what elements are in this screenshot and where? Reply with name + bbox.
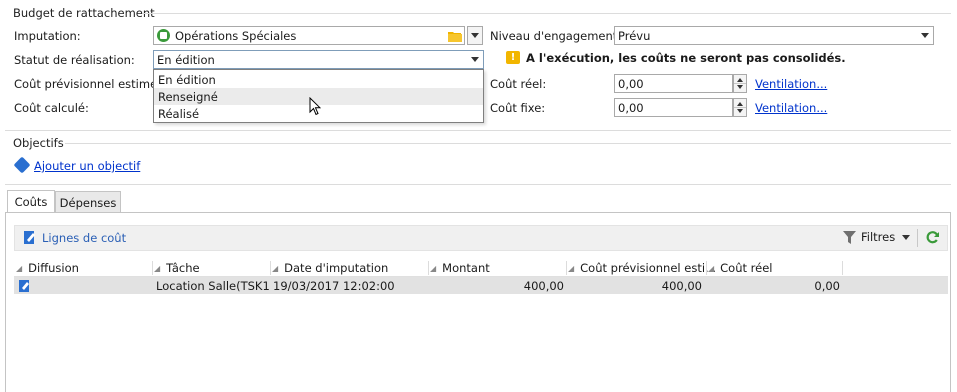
budget-divider [143,13,951,14]
warning-text: A l'exécution, les coûts ne seront pas c… [526,51,846,65]
niveau-select[interactable]: Prévu [614,26,934,45]
statut-option-en-edition[interactable]: En édition [154,71,483,88]
warning-icon: ! [506,51,520,64]
funnel-icon [843,230,856,244]
lignes-de-cout-button[interactable]: Lignes de coût [24,230,126,245]
cout-reel-input[interactable]: 0,00 [614,74,733,93]
add-objective-link[interactable]: Ajouter un objectif [34,159,140,173]
col-header-montant[interactable]: ◢ Montant [430,259,490,277]
col-header-tache[interactable]: ◢ Tâche [154,259,200,277]
grid-header: ◢ Diffusion ◢ Tâche ◢ Date d'imputation ◢ Mo… [14,259,948,277]
cout-fixe-input[interactable]: 0,00 [614,98,733,117]
objectifs-divider [65,143,951,144]
top-divider-objectifs [5,130,951,131]
cout-prev-label: Coût prévisionnel estimé: [14,77,162,91]
chevron-down-icon [471,33,479,38]
table-row[interactable]: Location Salle(TSK1... 19/03/2017 12:02:… [14,277,948,294]
edit-document-icon [24,231,35,244]
folder-icon[interactable] [448,31,462,42]
tab-depenses[interactable]: Dépenses [55,191,121,213]
chevron-down-icon [902,234,911,240]
statut-label: Statut de réalisation: [14,53,135,67]
cout-calc-label: Coût calculé: [14,101,89,115]
cell-montant: 400,00 [523,278,564,293]
cout-fixe-spinner[interactable] [733,98,747,117]
budget-section-title: Budget de rattachement [13,6,155,20]
niveau-label: Niveau d'engagement: [490,29,622,43]
imputation-field[interactable]: Opérations Spéciales [153,26,465,45]
tab-couts-label: Coûts [14,195,48,209]
col-header-date[interactable]: ◢ Date d'imputation [272,259,388,277]
cout-reel-spinner[interactable] [733,74,747,93]
statut-dropdown-arrow[interactable] [467,52,483,67]
objectifs-bottom-divider [5,184,951,185]
mouse-cursor-icon [309,97,321,116]
imputation-label: Imputation: [14,29,81,43]
objectifs-section-title: Objectifs [13,136,64,150]
ventilation-link-fixe[interactable]: Ventilation... [755,101,827,115]
tab-depenses-label: Dépenses [59,195,117,210]
add-objective-icon[interactable] [13,156,31,174]
refresh-icon[interactable] [925,230,940,245]
statut-value: En édition [157,52,215,67]
cout-fixe-value: 0,00 [618,100,644,115]
col-header-cout-prev[interactable]: ◢ Coût prévisionnel esti... [568,259,716,277]
imputation-value: Opérations Spéciales [175,28,297,43]
col-header-cout-reel[interactable]: ◢ Coût réel [708,259,773,277]
chevron-down-icon [921,33,929,38]
statut-select[interactable]: En édition [153,50,484,69]
filters-button[interactable]: Filtres [843,230,911,244]
imputation-dropdown-button[interactable] [467,26,483,45]
cout-fixe-label: Coût fixe: [490,101,546,115]
cell-cout-reel: 0,00 [814,278,840,293]
cout-reel-label: Coût réel: [490,77,547,91]
niveau-dropdown-arrow[interactable] [917,28,933,43]
cell-cout-prev: 400,00 [661,278,702,293]
filters-label: Filtres [861,230,896,244]
tab-couts[interactable]: Coûts [7,190,55,213]
col-header-diffusion[interactable]: ◢ Diffusion [16,259,79,277]
cell-tache: Location Salle(TSK1... [156,278,270,293]
toolbar-separator [917,229,918,247]
cell-date: 19/03/2017 12:02:00 [273,278,395,293]
row-edit-icon[interactable] [19,277,33,294]
grid-toolbar [14,225,948,251]
cout-reel-value: 0,00 [618,76,644,91]
lignes-de-cout-label: Lignes de coût [42,230,127,245]
budget-icon [157,29,170,42]
ventilation-link-reel[interactable]: Ventilation... [755,77,827,91]
chevron-down-icon [471,57,479,62]
niveau-value: Prévu [618,28,651,43]
